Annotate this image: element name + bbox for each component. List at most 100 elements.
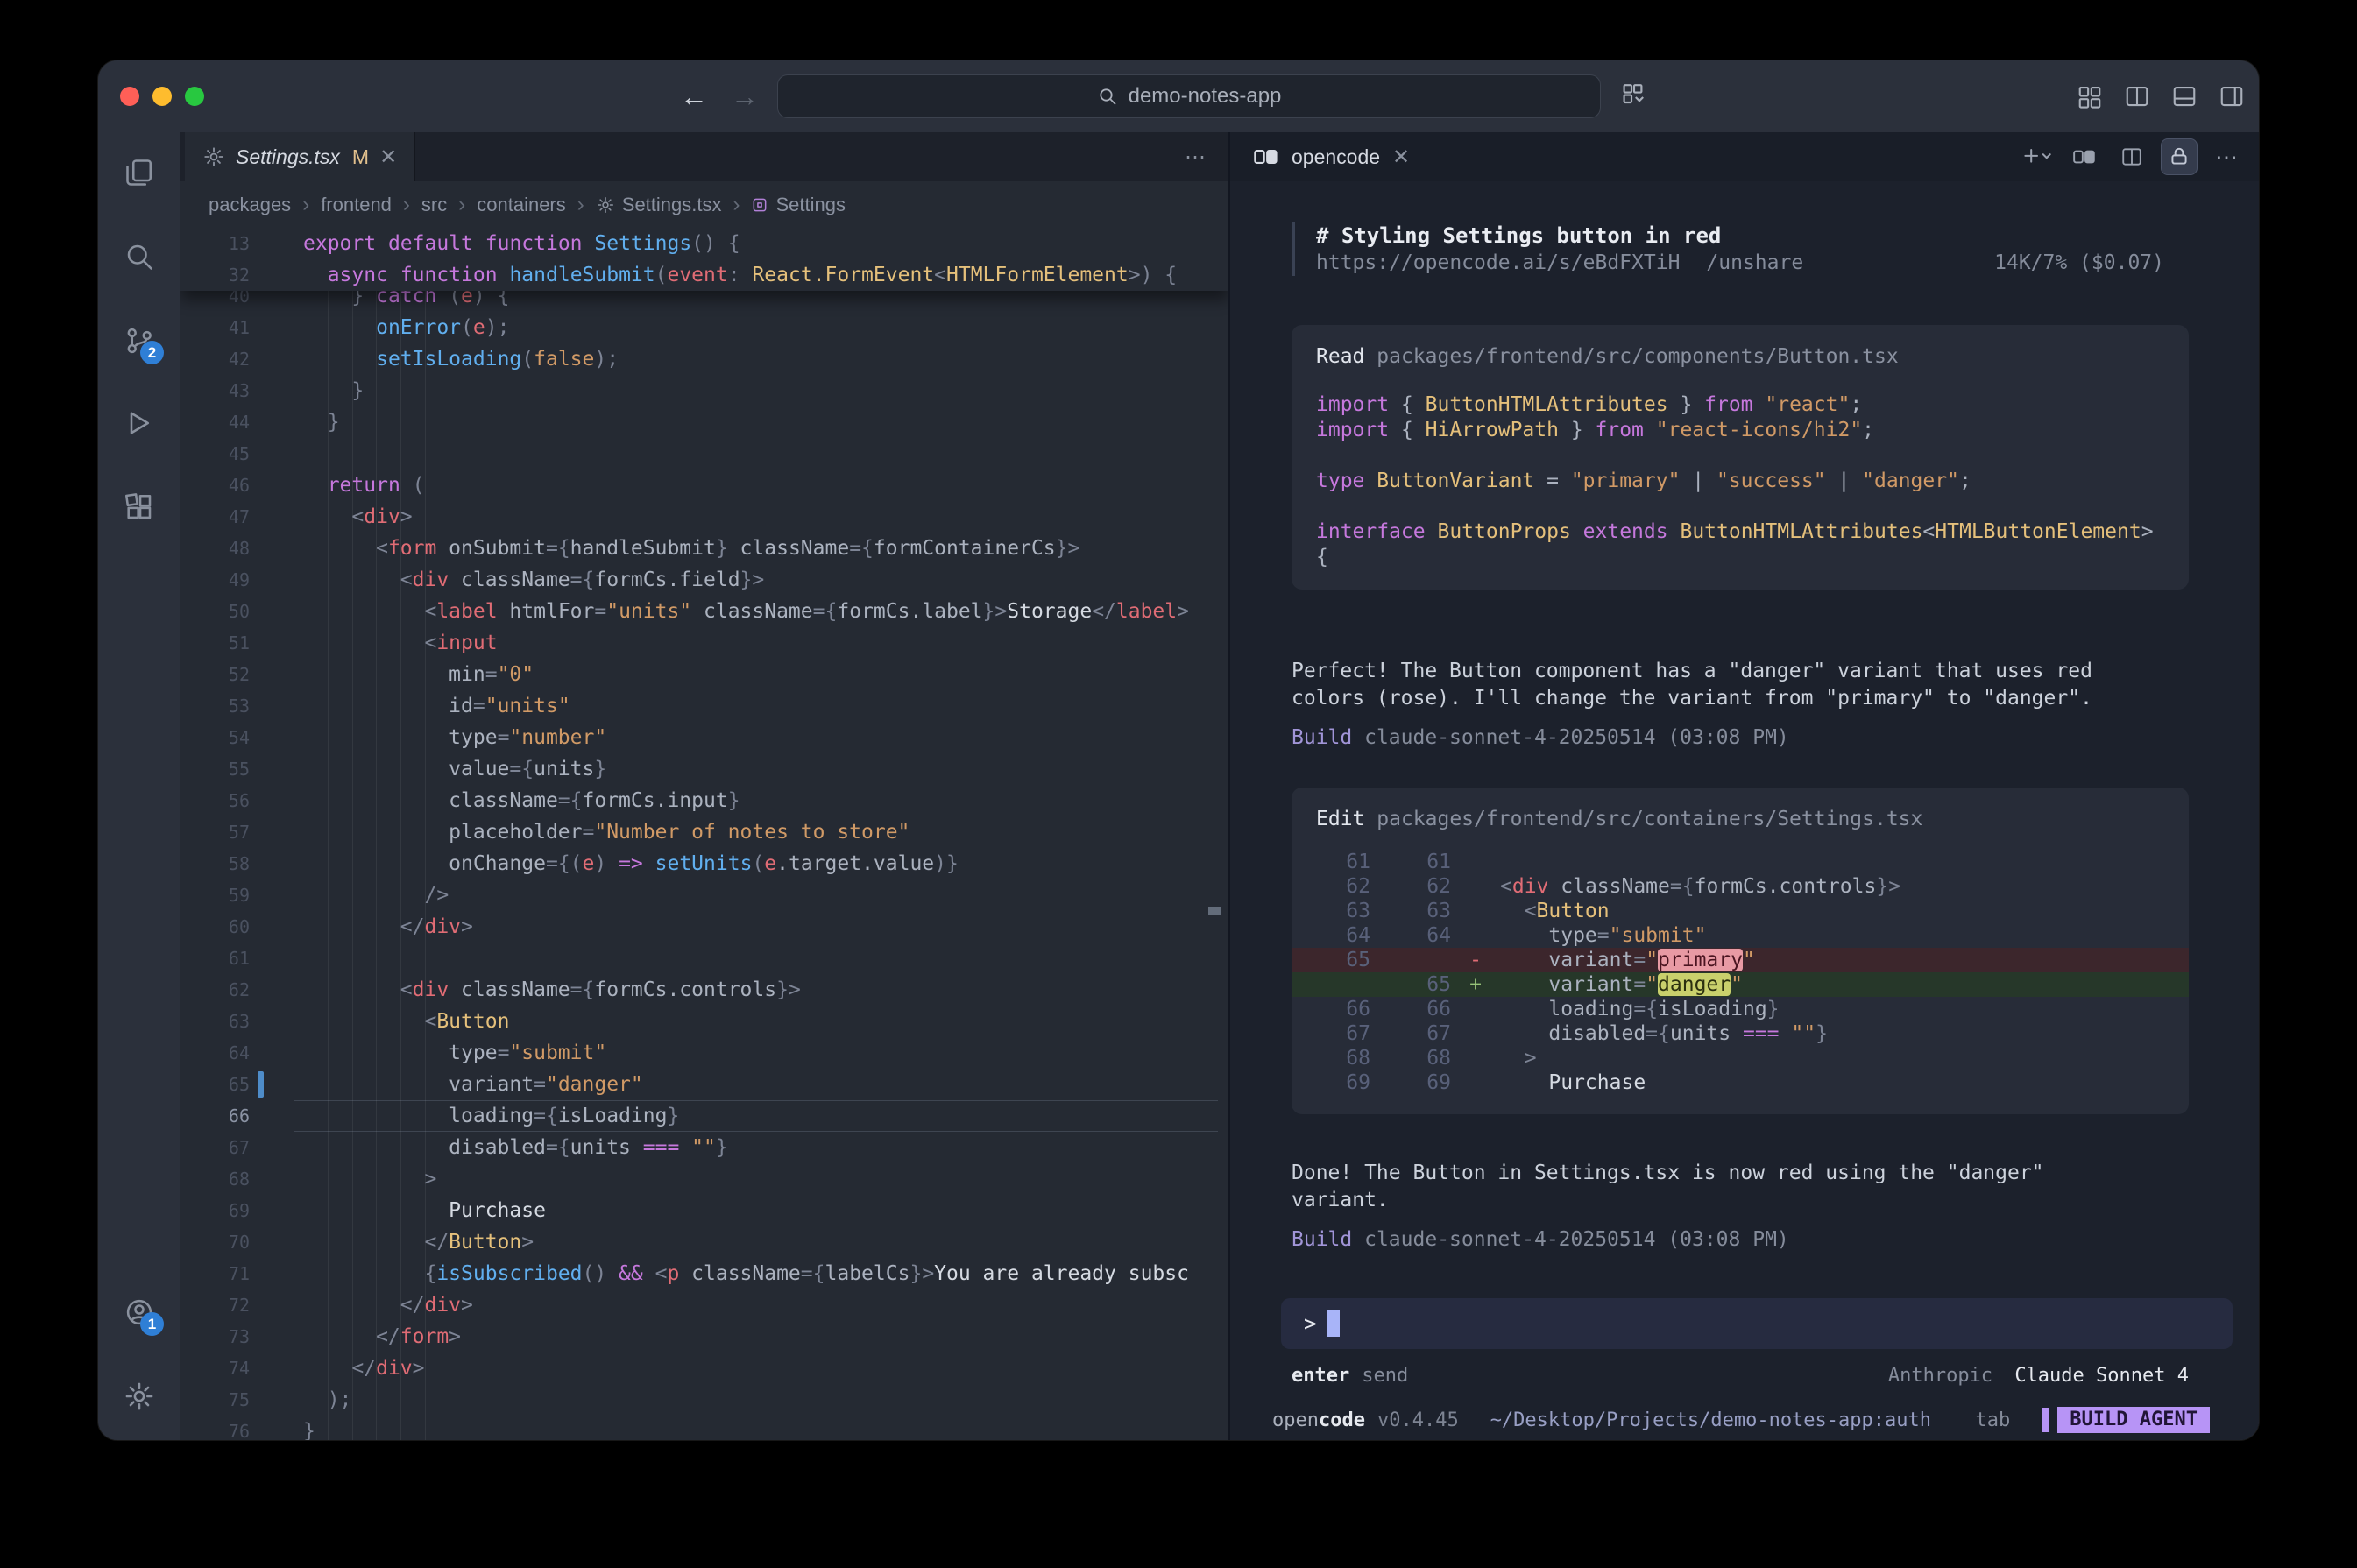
line-number[interactable]: 53 xyxy=(180,690,250,722)
opencode-profile-icon[interactable] xyxy=(2066,138,2103,175)
zoom-window-button[interactable] xyxy=(185,87,204,106)
breadcrumb-src[interactable]: src xyxy=(421,194,447,216)
breadcrumb-file[interactable]: Settings.tsx xyxy=(596,194,722,216)
line-number[interactable]: 66 xyxy=(180,1100,250,1132)
build-agent-badge[interactable]: BUILD AGENT xyxy=(2057,1407,2210,1433)
line-number[interactable]: 50 xyxy=(180,596,250,627)
line-number[interactable]: 74 xyxy=(180,1353,250,1384)
split-terminal-icon[interactable] xyxy=(2113,138,2150,175)
breadcrumb-packages[interactable]: packages xyxy=(209,194,291,216)
line-number[interactable]: 51 xyxy=(180,627,250,659)
line-number[interactable]: 73 xyxy=(180,1321,250,1353)
line-number[interactable]: 49 xyxy=(180,564,250,596)
code-line[interactable]: 75 ); xyxy=(180,1384,1228,1416)
breadcrumb-containers[interactable]: containers xyxy=(477,194,566,216)
share-url[interactable]: https://opencode.ai/s/eBdFXTiH xyxy=(1316,250,1680,276)
code-line[interactable]: 63 <Button xyxy=(180,1006,1228,1037)
line-number[interactable]: 43 xyxy=(180,375,250,406)
line-number[interactable]: 58 xyxy=(180,848,250,879)
code-line[interactable]: 59 /> xyxy=(180,879,1228,911)
new-terminal-icon[interactable] xyxy=(2019,138,2056,175)
line-number[interactable]: 56 xyxy=(180,785,250,816)
code-line[interactable]: 45 xyxy=(180,438,1228,470)
code-line[interactable]: 55 value={units} xyxy=(180,753,1228,785)
close-panel-icon[interactable]: ✕ xyxy=(1392,145,1410,170)
workspace-switcher-icon[interactable] xyxy=(1621,81,1653,108)
code-line[interactable]: 71 {isSubscribed() && <p className={labe… xyxy=(180,1258,1228,1289)
code-line[interactable]: 53 id="units" xyxy=(180,690,1228,722)
line-number[interactable]: 60 xyxy=(180,911,250,943)
tab-opencode[interactable]: opencode ✕ xyxy=(1244,145,1419,170)
line-number[interactable]: 32 xyxy=(180,259,250,291)
code-line[interactable]: 65 variant="danger" xyxy=(180,1069,1228,1100)
code-line[interactable]: 61 xyxy=(180,943,1228,974)
close-tab-icon[interactable]: ✕ xyxy=(379,145,397,170)
code-line[interactable]: 64 type="submit" xyxy=(180,1037,1228,1069)
explorer-icon[interactable] xyxy=(119,152,159,193)
line-number[interactable]: 54 xyxy=(180,722,250,753)
back-button[interactable]: ← xyxy=(680,60,708,132)
source-control-icon[interactable]: 2 xyxy=(119,321,159,361)
code-line[interactable]: 72 </div> xyxy=(180,1289,1228,1321)
code-line[interactable]: 47 <div> xyxy=(180,501,1228,533)
toggle-secondary-sidebar-ic[interactable] xyxy=(2217,83,2247,109)
code-line[interactable]: 74 </div> xyxy=(180,1353,1228,1384)
line-number[interactable]: 63 xyxy=(180,1006,250,1037)
line-number[interactable]: 61 xyxy=(180,943,250,974)
code-line[interactable]: 41 onError(e); xyxy=(180,312,1228,343)
line-number[interactable]: 42 xyxy=(180,343,250,375)
line-number[interactable]: 59 xyxy=(180,879,250,911)
line-number[interactable]: 70 xyxy=(180,1226,250,1258)
split-editor-icon[interactable] xyxy=(2122,83,2152,109)
line-number[interactable]: 64 xyxy=(180,1037,250,1069)
run-debug-icon[interactable] xyxy=(119,403,159,443)
line-number[interactable]: 13 xyxy=(180,228,250,259)
code-line[interactable]: 68 > xyxy=(180,1163,1228,1195)
code-line[interactable]: 42 setIsLoading(false); xyxy=(180,343,1228,375)
model-selector[interactable]: Anthropic Claude Sonnet 4 xyxy=(1888,1365,2189,1387)
code-line[interactable]: 60 </div> xyxy=(180,911,1228,943)
customize-layout-icon[interactable] xyxy=(2075,83,2105,109)
lock-icon[interactable] xyxy=(2161,138,2198,175)
search-sidebar-icon[interactable] xyxy=(119,237,159,277)
forward-button[interactable]: → xyxy=(731,60,759,132)
line-number[interactable]: 41 xyxy=(180,312,250,343)
code-line[interactable]: 62 <div className={formCs.controls}> xyxy=(180,974,1228,1006)
line-number[interactable]: 72 xyxy=(180,1289,250,1321)
line-number[interactable]: 44 xyxy=(180,406,250,438)
code-line[interactable]: 67 disabled={units === ""} xyxy=(180,1132,1228,1163)
code-line[interactable]: 69 Purchase xyxy=(180,1195,1228,1226)
breadcrumb-symbol[interactable]: Settings xyxy=(751,194,846,216)
tab-settings-tsx[interactable]: Settings.tsx M ✕ xyxy=(185,132,415,181)
command-center-search[interactable]: demo-notes-app xyxy=(777,74,1601,118)
line-number[interactable]: 52 xyxy=(180,659,250,690)
line-number[interactable]: 57 xyxy=(180,816,250,848)
code-line[interactable]: 43 } xyxy=(180,375,1228,406)
minimize-window-button[interactable] xyxy=(152,87,172,106)
code-line[interactable]: 57 placeholder="Number of notes to store… xyxy=(180,816,1228,848)
line-number[interactable]: 55 xyxy=(180,753,250,785)
code-line[interactable]: 70 </Button> xyxy=(180,1226,1228,1258)
settings-gear-icon[interactable] xyxy=(119,1376,159,1416)
line-number[interactable]: 68 xyxy=(180,1163,250,1195)
extensions-icon[interactable] xyxy=(119,487,159,527)
line-number[interactable]: 69 xyxy=(180,1195,250,1226)
code-line[interactable]: 46 return ( xyxy=(180,470,1228,501)
line-number[interactable]: 62 xyxy=(180,974,250,1006)
line-number[interactable]: 48 xyxy=(180,533,250,564)
line-number[interactable]: 67 xyxy=(180,1132,250,1163)
code-line[interactable]: 66 loading={isLoading} xyxy=(180,1100,1228,1132)
line-number[interactable]: 46 xyxy=(180,470,250,501)
prompt-input[interactable]: > xyxy=(1281,1298,2233,1349)
sticky-line[interactable]: 13export default function Settings() { xyxy=(180,228,1228,259)
panel-more-actions-icon[interactable]: ⋯ xyxy=(2208,138,2245,175)
code-line[interactable]: 58 onChange={(e) => setUnits(e.target.va… xyxy=(180,848,1228,879)
code-editor[interactable]: 40 } catch (e) {41 onError(e);42 setIsLo… xyxy=(180,228,1228,1440)
line-number[interactable]: 45 xyxy=(180,438,250,470)
line-number[interactable]: 47 xyxy=(180,501,250,533)
code-line[interactable]: 56 className={formCs.input} xyxy=(180,785,1228,816)
code-line[interactable]: 44 } xyxy=(180,406,1228,438)
line-number[interactable]: 65 xyxy=(180,1069,250,1100)
code-line[interactable]: 49 <div className={formCs.field}> xyxy=(180,564,1228,596)
unshare-link[interactable]: /unshare xyxy=(1706,250,1803,276)
